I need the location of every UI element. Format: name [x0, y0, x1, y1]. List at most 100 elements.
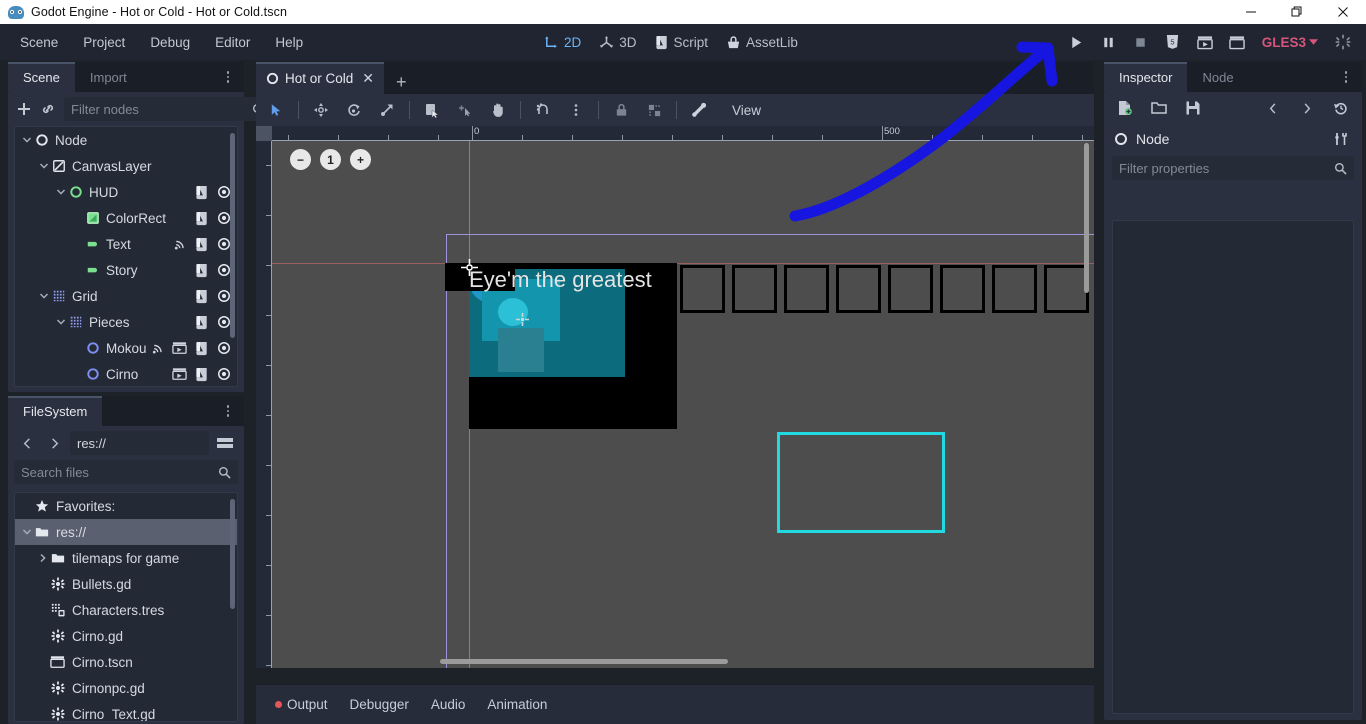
- script-icon[interactable]: [195, 315, 209, 330]
- script-icon[interactable]: [195, 211, 209, 226]
- scene-tree-row-cirno[interactable]: Cirno: [15, 361, 237, 386]
- tree-twisty[interactable]: [55, 186, 67, 198]
- node-script-icon[interactable]: [194, 185, 209, 200]
- node-script-icon[interactable]: [194, 341, 209, 356]
- node-signal-icon[interactable]: [172, 237, 187, 252]
- tab-scene[interactable]: Scene: [8, 62, 75, 92]
- save-resource-button[interactable]: [1182, 97, 1204, 119]
- view-menu-button[interactable]: View: [722, 99, 771, 122]
- scene-tree-row-story[interactable]: Story: [15, 257, 237, 283]
- filesystem-row[interactable]: Favorites:: [15, 493, 237, 519]
- filesystem-row[interactable]: res://: [15, 519, 237, 545]
- mode-assetlib-button[interactable]: AssetLib: [718, 31, 806, 54]
- minimize-icon[interactable]: [1228, 0, 1274, 24]
- filter-nodes-input[interactable]: [71, 101, 247, 117]
- filesystem-scrollbar[interactable]: [230, 497, 235, 717]
- bottom-tab-animation[interactable]: Animation: [478, 692, 556, 717]
- bottom-tab-audio[interactable]: Audio: [422, 692, 475, 717]
- node-visibility-icon[interactable]: [216, 263, 231, 278]
- node-script-icon[interactable]: [194, 263, 209, 278]
- new-resource-button[interactable]: [1114, 97, 1136, 119]
- signal-icon[interactable]: [173, 238, 186, 251]
- scene-tab-hot-or-cold[interactable]: Hot or Cold ✕: [256, 62, 385, 94]
- node-visibility-icon[interactable]: [216, 237, 231, 252]
- canvas-vertical-scrollbar[interactable]: [1084, 143, 1089, 293]
- scene-tree-row-colorrect[interactable]: ColorRect: [15, 205, 237, 231]
- filter-properties-input[interactable]: [1119, 160, 1329, 176]
- scene-tree-row-canvaslayer[interactable]: CanvasLayer: [15, 153, 237, 179]
- snap-mode-tool[interactable]: [527, 96, 559, 124]
- tree-twisty[interactable]: [21, 134, 33, 146]
- bottom-tab-output[interactable]: Output: [266, 692, 337, 717]
- move-mode-tool[interactable]: [305, 96, 337, 124]
- fs-search-input[interactable]: [21, 464, 213, 480]
- mode-2d-button[interactable]: 2D: [536, 31, 589, 54]
- rotate-mode-tool[interactable]: [338, 96, 370, 124]
- history-prev-button[interactable]: [1262, 97, 1284, 119]
- tab-import[interactable]: Import: [75, 64, 142, 92]
- script-icon[interactable]: [195, 185, 209, 200]
- script-icon[interactable]: [195, 263, 209, 278]
- instanced-scene-icon[interactable]: [172, 367, 187, 381]
- signal-icon[interactable]: [151, 342, 164, 355]
- group-tool[interactable]: [638, 96, 670, 124]
- scene-tree[interactable]: Node CanvasLayer HUD ColorRect Text Story Grid…: [14, 126, 238, 387]
- load-resource-button[interactable]: [1148, 97, 1170, 119]
- menu-editor[interactable]: Editor: [204, 31, 261, 54]
- scale-mode-tool[interactable]: [371, 96, 403, 124]
- filter-nodes-field[interactable]: [64, 97, 272, 121]
- filesystem-row[interactable]: Cirno.tscn: [15, 649, 237, 675]
- filter-properties-field[interactable]: [1112, 156, 1354, 180]
- snap-options-tool[interactable]: [560, 96, 592, 124]
- filesystem-row[interactable]: Cirno_Text.gd: [15, 701, 237, 721]
- node-visibility-icon[interactable]: [216, 341, 231, 356]
- scene-tree-row-node[interactable]: Node: [15, 127, 237, 153]
- filesystem-dock-menu-icon[interactable]: [219, 402, 237, 420]
- fs-search-field[interactable]: [14, 460, 238, 484]
- node-signal-icon[interactable]: [150, 341, 165, 356]
- filesystem-row[interactable]: Bullets.gd: [15, 571, 237, 597]
- object-tools-button[interactable]: [1330, 128, 1352, 150]
- pivot-tool[interactable]: [449, 96, 481, 124]
- visibility-icon[interactable]: [217, 341, 231, 355]
- fs-path-field[interactable]: res://: [70, 431, 209, 455]
- visibility-icon[interactable]: [217, 263, 231, 277]
- visibility-icon[interactable]: [217, 315, 231, 329]
- filesystem-row[interactable]: tilemaps for game: [15, 545, 237, 571]
- selection-rect[interactable]: [777, 432, 945, 533]
- visibility-icon[interactable]: [217, 211, 231, 225]
- add-scene-tab-button[interactable]: +: [384, 70, 419, 94]
- chevron-down-icon[interactable]: [56, 187, 66, 197]
- scene-dock-menu-icon[interactable]: [219, 68, 237, 86]
- play-custom-scene-button[interactable]: [1222, 27, 1252, 57]
- inspector-dock-menu-icon[interactable]: [1337, 68, 1355, 86]
- node-script-icon[interactable]: [194, 237, 209, 252]
- fs-twisty[interactable]: [21, 527, 33, 537]
- add-node-button[interactable]: [16, 98, 32, 120]
- filesystem-row[interactable]: Characters.tres: [15, 597, 237, 623]
- script-icon[interactable]: [195, 341, 209, 356]
- visibility-icon[interactable]: [217, 185, 231, 199]
- visibility-icon[interactable]: [217, 289, 231, 303]
- node-visibility-icon[interactable]: [216, 185, 231, 200]
- mode-3d-button[interactable]: 3D: [591, 31, 644, 54]
- fs-back-button[interactable]: [16, 432, 38, 454]
- skeleton-tool[interactable]: [683, 96, 715, 124]
- tree-twisty[interactable]: [55, 316, 67, 328]
- history-menu-button[interactable]: [1330, 97, 1352, 119]
- mode-script-button[interactable]: Script: [647, 31, 717, 54]
- zoom-in-button[interactable]: +: [350, 149, 371, 170]
- instanced-scene-icon[interactable]: [172, 341, 187, 355]
- maximize-icon[interactable]: [1274, 0, 1320, 24]
- pause-button[interactable]: [1094, 27, 1124, 57]
- chevron-down-icon[interactable]: [56, 317, 66, 327]
- script-icon[interactable]: [195, 237, 209, 252]
- chevron-down-icon[interactable]: [39, 161, 49, 171]
- node-script-icon[interactable]: [194, 289, 209, 304]
- stop-button[interactable]: [1126, 27, 1156, 57]
- node-script-icon[interactable]: [194, 315, 209, 330]
- scene-tree-row-grid[interactable]: Grid: [15, 283, 237, 309]
- ruler-corner[interactable]: [256, 126, 272, 141]
- node-script-icon[interactable]: [194, 367, 209, 382]
- script-icon[interactable]: [195, 367, 209, 382]
